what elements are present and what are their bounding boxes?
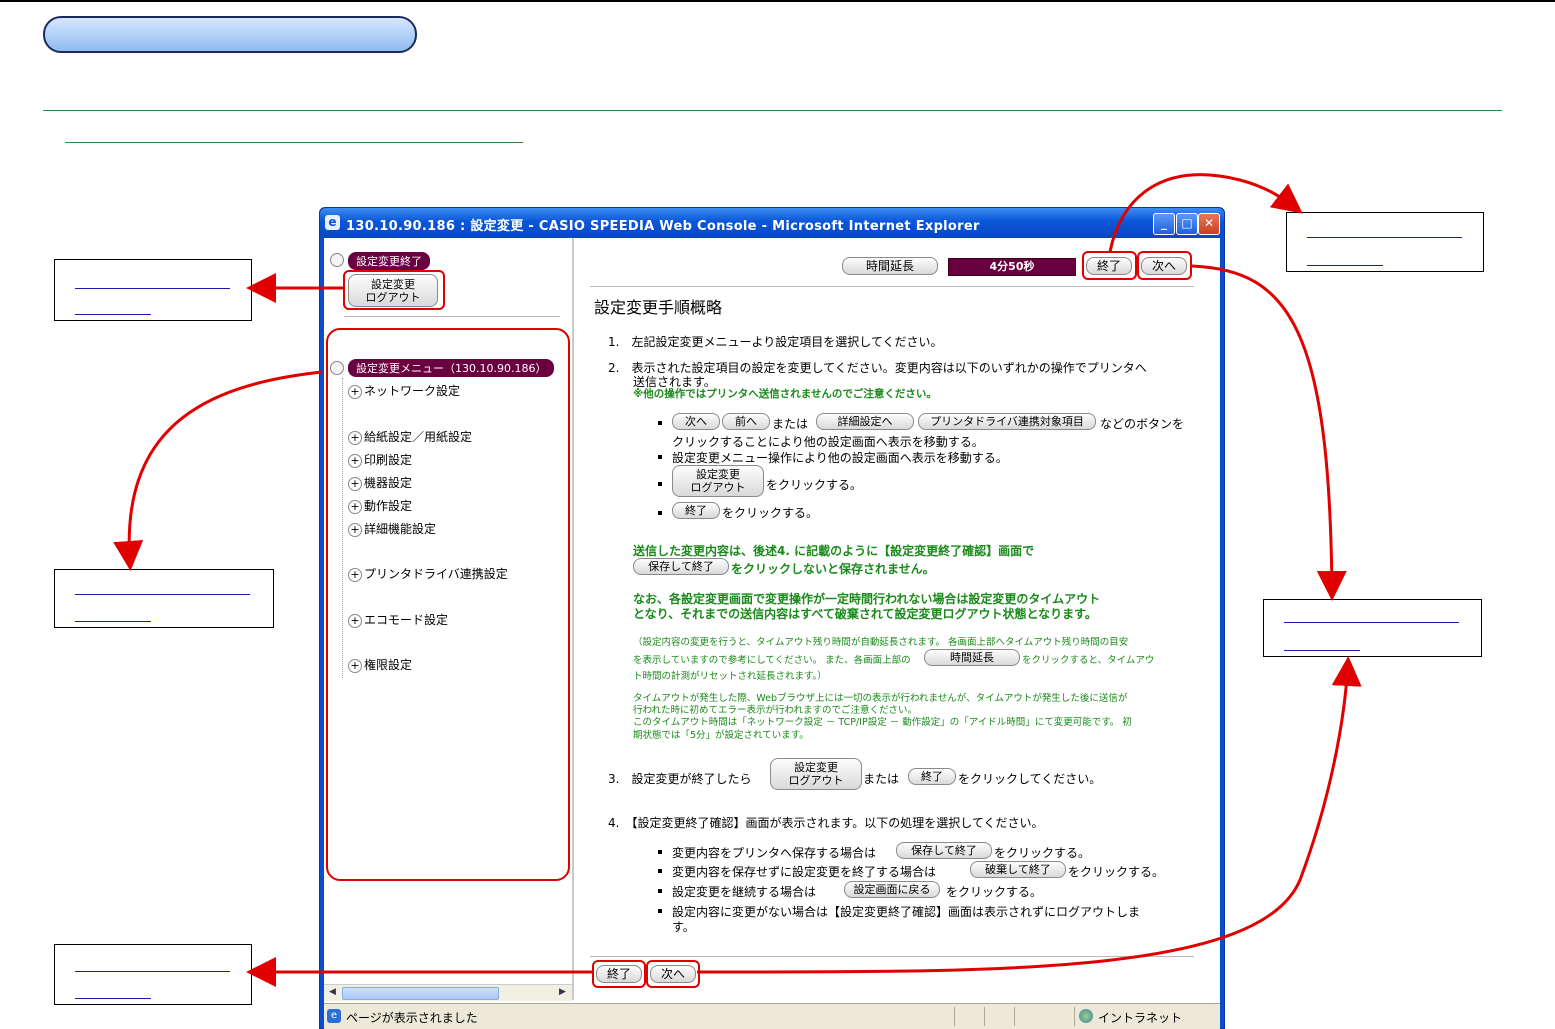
arrow-next-bottom (696, 656, 1362, 974)
annotation-arrows (113, 173, 1362, 987)
arrow-menu (113, 370, 323, 571)
arrow-end (1108, 173, 1303, 253)
arrow-next (1191, 264, 1347, 601)
